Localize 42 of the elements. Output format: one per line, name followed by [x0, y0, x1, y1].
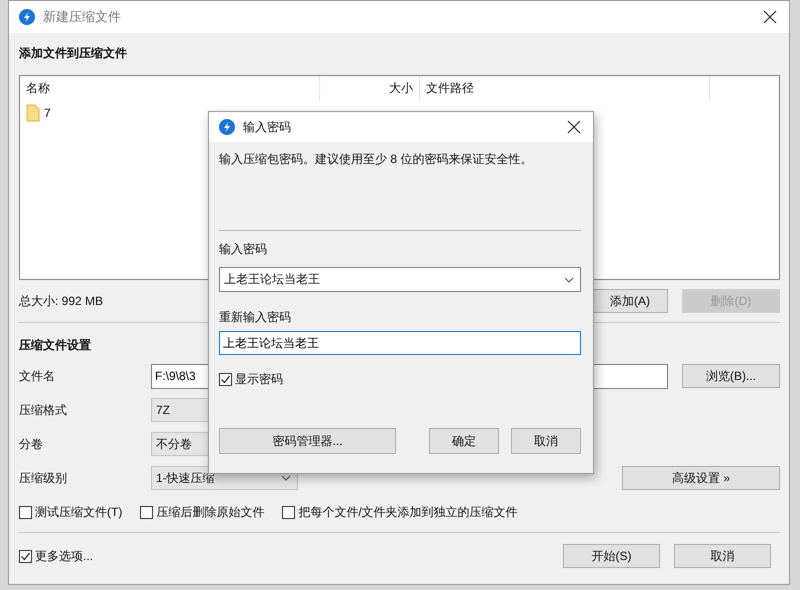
app-logo-icon — [19, 9, 35, 25]
add-button[interactable]: 添加(A) — [592, 289, 668, 313]
field-label: 压缩级别 — [19, 470, 68, 486]
column-header[interactable]: 大小 — [320, 76, 420, 101]
field-label: 输入密码 — [219, 241, 268, 257]
close-button[interactable] — [761, 8, 779, 26]
caret-icon — [564, 276, 574, 282]
section-heading: 添加文件到压缩文件 — [19, 45, 127, 62]
password-manager-button[interactable]: 密码管理器... — [219, 428, 396, 454]
option-checkbox[interactable]: 压缩后删除原始文件 — [140, 504, 264, 520]
field-label: 压缩格式 — [19, 402, 68, 418]
dialog-title: 输入密码 — [243, 118, 291, 136]
section-heading: 压缩文件设置 — [19, 337, 91, 354]
more-options-checkbox[interactable]: 更多选项... — [19, 548, 94, 564]
confirm-password-field[interactable]: 上老王论坛当老王 — [219, 331, 581, 355]
window-title: 新建压缩文件 — [43, 8, 121, 26]
check-icon — [20, 550, 31, 562]
cancel-button[interactable]: 取消 — [511, 428, 581, 454]
password-field[interactable]: 上老王论坛当老王 — [219, 267, 581, 292]
cancel-button[interactable]: 取消 — [674, 544, 771, 568]
app-logo-icon — [219, 119, 235, 135]
advanced-settings-button[interactable]: 高级设置 » — [622, 466, 780, 490]
field-label: 文件名 — [19, 368, 56, 384]
field-label: 重新输入密码 — [219, 309, 292, 325]
file-name: 7 — [44, 106, 51, 120]
folder-icon — [26, 104, 40, 122]
show-password-checkbox[interactable]: 显示密码 — [219, 371, 563, 388]
browse-button[interactable]: 浏览(B)... — [682, 364, 780, 388]
ok-button[interactable]: 确定 — [429, 428, 499, 454]
caret-icon — [281, 475, 291, 481]
column-header[interactable]: 文件路径 — [420, 76, 710, 101]
check-icon — [220, 374, 231, 385]
close-button[interactable] — [565, 118, 583, 136]
close-icon — [763, 10, 777, 24]
start-button[interactable]: 开始(S) — [563, 544, 660, 568]
hint-text: 输入压缩包密码。建议使用至少 8 位的密码来保证安全性。 — [219, 152, 534, 166]
field-label: 分卷 — [19, 436, 44, 452]
total-size: 总大小: 992 MB — [19, 292, 104, 310]
option-checkbox[interactable]: 测试压缩文件(T) — [19, 504, 122, 520]
option-checkbox[interactable]: 把每个文件/文件夹添加到独立的压缩文件 — [282, 504, 518, 520]
column-header[interactable]: 名称 — [20, 76, 320, 101]
close-icon — [567, 120, 581, 134]
